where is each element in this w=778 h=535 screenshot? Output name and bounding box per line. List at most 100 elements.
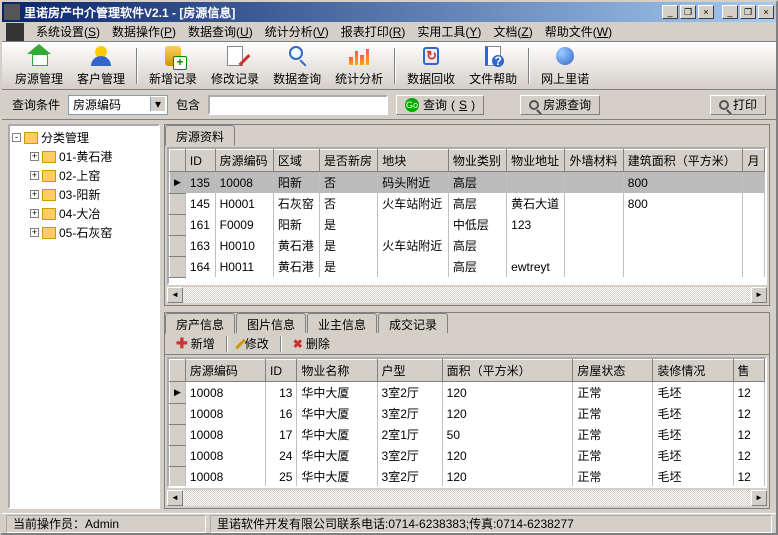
toolbar-db-button[interactable]: 新增记录	[142, 41, 204, 90]
detail-h-scrollbar[interactable]: ◄ ►	[167, 490, 767, 506]
collapse-icon[interactable]: -	[12, 133, 21, 142]
house-search-button[interactable]: 房源查询	[520, 95, 600, 115]
close-button[interactable]: ×	[758, 5, 774, 19]
col-header[interactable]: ID	[266, 360, 297, 382]
col-header[interactable]: 户型	[377, 360, 442, 382]
expand-icon[interactable]: +	[30, 209, 39, 218]
menu-帮助文件[interactable]: 帮助文件(W)	[539, 21, 618, 42]
detail-tab[interactable]: 业主信息	[307, 313, 377, 333]
print-button[interactable]: 打印	[710, 95, 766, 115]
cell: 12	[733, 445, 765, 466]
col-header[interactable]: 区域	[273, 150, 319, 172]
toolbar-globe-button[interactable]: 网上里诺	[534, 41, 596, 90]
col-header[interactable]: 月	[743, 150, 765, 172]
table-row[interactable]: 1000824华中大厦3室2厅120正常毛坯12	[170, 445, 765, 466]
detail-grid[interactable]: 房源编码ID物业名称户型面积（平方米）房屋状态装修情况售▶1000813华中大厦…	[167, 357, 767, 488]
menu-文档[interactable]: 文档(Z)	[487, 21, 538, 42]
toolbar-recycle-button[interactable]: 数据回收	[400, 41, 462, 90]
detail-tab[interactable]: 成交记录	[378, 313, 448, 333]
cell: 是	[319, 256, 377, 277]
search-field-combo[interactable]: 房源编码	[68, 95, 168, 115]
tree-node[interactable]: +02-上窑	[30, 166, 156, 185]
edit-button[interactable]: 修改	[232, 333, 276, 354]
scroll-right-button[interactable]: ►	[751, 287, 767, 303]
listing-grid[interactable]: ID房源编码区域是否新房地块物业类别物业地址外墙材料建筑面积（平方米）月▶135…	[167, 147, 767, 285]
minimize-button[interactable]: _	[722, 5, 738, 19]
add-button[interactable]: ✚新增	[169, 333, 222, 354]
scroll-right-button[interactable]: ►	[751, 490, 767, 506]
table-row[interactable]: 164H0011黄石港是高层ewtreyt	[170, 256, 765, 277]
table-row[interactable]: 1000816华中大厦3室2厅120正常毛坯12	[170, 403, 765, 424]
listing-tab[interactable]: 房源资料	[165, 125, 235, 146]
scroll-left-button[interactable]: ◄	[167, 490, 183, 506]
restore-button[interactable]: ❐	[740, 5, 756, 19]
table-row[interactable]: ▶13510008阳新否码头附近高层800	[170, 172, 765, 194]
cell: 17	[266, 424, 297, 445]
scroll-track[interactable]	[183, 490, 751, 506]
table-row[interactable]: 161F0009阳新是中低层123	[170, 214, 765, 235]
expand-icon[interactable]: +	[30, 171, 39, 180]
expand-icon[interactable]: +	[30, 152, 39, 161]
menu-报表打印[interactable]: 报表打印(R)	[335, 21, 412, 42]
scroll-left-button[interactable]: ◄	[167, 287, 183, 303]
delete-button[interactable]: ✖删除	[286, 333, 337, 354]
col-header[interactable]: 建筑面积（平方米）	[623, 150, 743, 172]
mdi-restore-button[interactable]: ❐	[680, 5, 696, 19]
col-header[interactable]: 物业名称	[297, 360, 377, 382]
cell: 否	[319, 172, 377, 194]
search-input[interactable]	[208, 95, 388, 115]
cell: 10008	[185, 403, 265, 424]
table-row[interactable]: ▶1000813华中大厦3室2厅120正常毛坯12	[170, 382, 765, 404]
col-header[interactable]: 房源编码	[185, 360, 265, 382]
toolbar-edit-button[interactable]: 修改记录	[204, 41, 266, 90]
col-header[interactable]: 面积（平方米）	[442, 360, 573, 382]
menu-app-icon	[6, 23, 24, 41]
col-header[interactable]: 外墙材料	[565, 150, 623, 172]
toolbar-chart-button[interactable]: 统计分析	[328, 41, 390, 90]
print-icon	[719, 100, 729, 110]
menu-统计分析[interactable]: 统计分析(V)	[259, 21, 335, 42]
col-header[interactable]: 装修情况	[653, 360, 733, 382]
menu-实用工具[interactable]: 实用工具(Y)	[411, 21, 487, 42]
tree-node[interactable]: +01-黄石港	[30, 147, 156, 166]
status-bar: 当前操作员：Admin 里诺软件开发有限公司联系电话:0714-6238383;…	[2, 513, 776, 533]
col-header[interactable]: 物业类别	[448, 150, 506, 172]
tree-root-node[interactable]: - 分类管理	[12, 128, 156, 147]
col-header[interactable]: 房屋状态	[573, 360, 653, 382]
toolbar-house-button[interactable]: 房源管理	[8, 41, 70, 90]
cell	[507, 172, 565, 194]
expand-icon[interactable]: +	[30, 228, 39, 237]
col-header[interactable]: 地块	[378, 150, 449, 172]
table-row[interactable]: 1000817华中大厦2室1厅50正常毛坯12	[170, 424, 765, 445]
expand-icon[interactable]: +	[30, 190, 39, 199]
tree-node[interactable]: +03-阳新	[30, 185, 156, 204]
cell: 码头附近	[378, 172, 449, 194]
cell	[743, 235, 765, 256]
tree-node[interactable]: +04-大冶	[30, 204, 156, 223]
col-header[interactable]: 是否新房	[319, 150, 377, 172]
detail-tab[interactable]: 图片信息	[236, 313, 306, 333]
toolbar-book-button[interactable]: 文件帮助	[462, 41, 524, 90]
table-row[interactable]: 1000825华中大厦3室2厅120正常毛坯12	[170, 466, 765, 487]
menu-系统设置[interactable]: 系统设置(S)	[30, 21, 106, 42]
mdi-close-button[interactable]: ×	[698, 5, 714, 19]
col-header[interactable]: 房源编码	[215, 150, 273, 172]
detail-tab[interactable]: 房产信息	[165, 313, 235, 334]
right-panel: 房源资料 ID房源编码区域是否新房地块物业类别物业地址外墙材料建筑面积（平方米）…	[164, 124, 770, 509]
cell: 石灰窑	[273, 193, 319, 214]
table-row[interactable]: 145H0001石灰窑否火车站附近高层黄石大道800	[170, 193, 765, 214]
toolbar-mag-button[interactable]: 数据查询	[266, 41, 328, 90]
tree-node[interactable]: +05-石灰窑	[30, 223, 156, 242]
cell: 135	[185, 172, 215, 194]
search-go-button[interactable]: Go 查询(S)	[396, 95, 484, 115]
mdi-minimize-button[interactable]: _	[662, 5, 678, 19]
menu-数据操作[interactable]: 数据操作(P)	[106, 21, 182, 42]
toolbar-people-button[interactable]: 客户管理	[70, 41, 132, 90]
col-header[interactable]: ID	[185, 150, 215, 172]
scroll-track[interactable]	[183, 287, 751, 303]
menu-数据查询[interactable]: 数据查询(U)	[182, 21, 259, 42]
col-header[interactable]: 物业地址	[507, 150, 565, 172]
col-header[interactable]: 售	[733, 360, 765, 382]
listing-h-scrollbar[interactable]: ◄ ►	[167, 287, 767, 303]
table-row[interactable]: 163H0010黄石港是火车站附近高层	[170, 235, 765, 256]
